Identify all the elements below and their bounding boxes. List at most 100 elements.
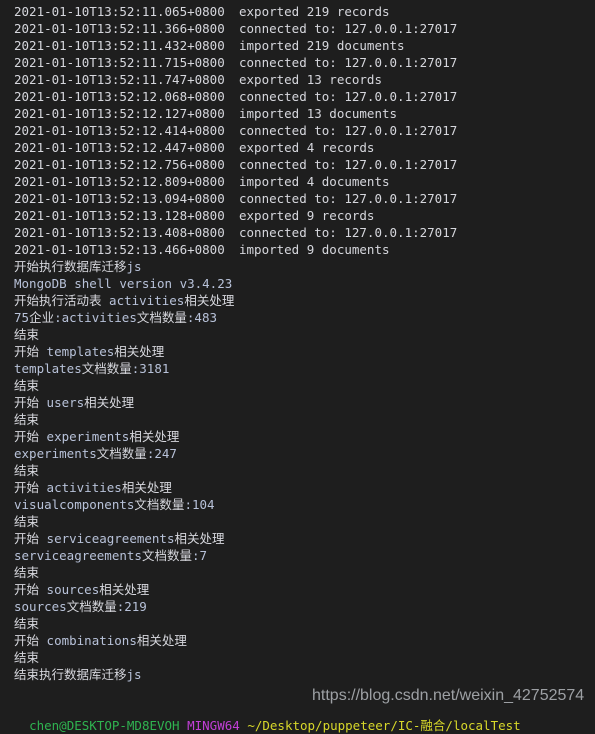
output-text-cjk: 相关处理 (114, 344, 165, 359)
log-timestamp: 2021-01-10T13:52:12.447+0800 (14, 140, 225, 155)
output-text-ascii: activities (101, 293, 185, 308)
output-text-ascii: :219 (116, 599, 147, 614)
output-text-ascii: experiments (39, 429, 130, 444)
output-text-ascii: visualcomponents (14, 497, 135, 512)
output-line: 开始 users相关处理 (0, 394, 595, 411)
output-text-ascii: activities (39, 480, 122, 495)
output-line: serviceagreements文档数量:7 (0, 547, 595, 564)
log-message: connected to: 127.0.0.1:27017 (239, 191, 458, 206)
log-timestamp: 2021-01-10T13:52:11.715+0800 (14, 55, 225, 70)
log-message: imported 4 documents (239, 174, 390, 189)
log-line: 2021-01-10T13:52:11.432+0800 imported 219… (0, 37, 595, 54)
output-text-cjk: 结束 (14, 514, 40, 529)
output-line: 75企业:activities文档数量:483 (0, 309, 595, 326)
log-line: 2021-01-10T13:52:12.127+0800 imported 13 … (0, 105, 595, 122)
output-text-cjk: 相关处理 (174, 531, 225, 546)
log-line: 2021-01-10T13:52:12.414+0800 connected to… (0, 122, 595, 139)
output-line: 开始 activities相关处理 (0, 479, 595, 496)
output-text-cjk: 开始 (14, 480, 40, 495)
log-timestamp: 2021-01-10T13:52:13.466+0800 (14, 242, 225, 257)
log-message: imported 13 documents (239, 106, 398, 121)
output-text-cjk: 结束 (14, 463, 40, 478)
log-timestamp: 2021-01-10T13:52:11.065+0800 (14, 4, 225, 19)
log-timestamp: 2021-01-10T13:52:12.068+0800 (14, 89, 225, 104)
output-line: 开始 serviceagreements相关处理 (0, 530, 595, 547)
output-text-cjk: 开始 (14, 344, 40, 359)
log-timestamp: 2021-01-10T13:52:13.094+0800 (14, 191, 225, 206)
output-line: 结束 (0, 649, 595, 666)
log-line: 2021-01-10T13:52:11.715+0800 connected to… (0, 54, 595, 71)
log-timestamp: 2021-01-10T13:52:12.809+0800 (14, 174, 225, 189)
log-line: 2021-01-10T13:52:13.408+0800 connected to… (0, 224, 595, 241)
output-line: 开始执行数据库迁移js (0, 258, 595, 275)
mongo-log-output: 2021-01-10T13:52:11.065+0800 exported 219… (0, 3, 595, 258)
output-line: 开始 templates相关处理 (0, 343, 595, 360)
log-line: 2021-01-10T13:52:11.747+0800 exported 13 … (0, 71, 595, 88)
output-text-cjk: 文档数量 (66, 599, 117, 614)
output-line: experiments文档数量:247 (0, 445, 595, 462)
output-line: sources文档数量:219 (0, 598, 595, 615)
output-text-cjk: 开始执行数据库迁移 (14, 259, 127, 274)
log-line: 2021-01-10T13:52:13.094+0800 connected to… (0, 190, 595, 207)
output-text-ascii: :activities (54, 310, 137, 325)
log-message: connected to: 127.0.0.1:27017 (239, 21, 458, 36)
log-line: 2021-01-10T13:52:11.065+0800 exported 219… (0, 3, 595, 20)
log-line: 2021-01-10T13:52:13.466+0800 imported 9 d… (0, 241, 595, 258)
output-text-ascii: :247 (146, 446, 177, 461)
output-text-cjk: 结束 (14, 616, 40, 631)
output-text-ascii: serviceagreements (39, 531, 175, 546)
output-text-ascii: templates (14, 361, 82, 376)
log-timestamp: 2021-01-10T13:52:12.756+0800 (14, 157, 225, 172)
output-text-cjk: 企业 (29, 310, 55, 325)
output-text-cjk: 文档数量 (141, 548, 192, 563)
output-text-ascii: :3181 (131, 361, 170, 376)
output-text-ascii: :7 (191, 548, 208, 563)
output-line: 结束 (0, 411, 595, 428)
output-text-cjk: 文档数量 (136, 310, 187, 325)
output-text-cjk: 结束 (14, 327, 40, 342)
log-line: 2021-01-10T13:52:12.756+0800 connected to… (0, 156, 595, 173)
output-line: 结束 (0, 513, 595, 530)
log-timestamp: 2021-01-10T13:52:11.432+0800 (14, 38, 225, 53)
output-text-ascii: users (39, 395, 85, 410)
prompt-user-host: chen@DESKTOP-MD8EVOH (29, 718, 180, 733)
output-text-ascii: combinations (39, 633, 137, 648)
output-text-cjk: 结束 (14, 412, 40, 427)
migration-script-output: 开始执行数据库迁移js MongoDB shell version v3.4.23… (0, 258, 595, 683)
output-text-cjk: 结束执行数据库迁移 (14, 667, 127, 682)
output-text-cjk: 开始 (14, 429, 40, 444)
output-text-cjk: 相关处理 (184, 293, 235, 308)
output-line: 结束 (0, 615, 595, 632)
output-text-cjk: 结束 (14, 378, 40, 393)
output-text-cjk: 开始 (14, 633, 40, 648)
output-text-cjk: 开始 (14, 582, 40, 597)
output-text-cjk: 文档数量 (96, 446, 147, 461)
output-line: MongoDB shell version v3.4.23 (0, 275, 595, 292)
output-text-cjk: 开始 (14, 531, 40, 546)
output-line: 结束 (0, 462, 595, 479)
log-message: exported 219 records (239, 4, 390, 19)
output-line: visualcomponents文档数量:104 (0, 496, 595, 513)
output-line: 结束执行数据库迁移js (0, 666, 595, 683)
prompt-shell-name: MINGW64 (187, 718, 240, 733)
output-text-cjk: 开始执行活动表 (14, 293, 102, 308)
output-line: 开始 combinations相关处理 (0, 632, 595, 649)
log-message: exported 9 records (239, 208, 375, 223)
log-message: connected to: 127.0.0.1:27017 (239, 55, 458, 70)
output-text-ascii: MongoDB shell version v3.4.23 (14, 276, 233, 291)
log-timestamp: 2021-01-10T13:52:12.127+0800 (14, 106, 225, 121)
csdn-watermark: https://blog.csdn.net/weixin_42752574 (312, 687, 585, 704)
log-line: 2021-01-10T13:52:13.128+0800 exported 9 r… (0, 207, 595, 224)
log-timestamp: 2021-01-10T13:52:13.128+0800 (14, 208, 225, 223)
output-text-ascii: sources (39, 582, 100, 597)
log-message: imported 219 documents (239, 38, 405, 53)
output-line: templates文档数量:3181 (0, 360, 595, 377)
log-timestamp: 2021-01-10T13:52:13.408+0800 (14, 225, 225, 240)
output-text-cjk: 相关处理 (99, 582, 150, 597)
output-text-cjk: 相关处理 (129, 429, 180, 444)
log-message: connected to: 127.0.0.1:27017 (239, 225, 458, 240)
output-line: 开始 experiments相关处理 (0, 428, 595, 445)
terminal-window[interactable]: 2021-01-10T13:52:11.065+0800 exported 219… (0, 0, 595, 720)
output-text-ascii: sources (14, 599, 67, 614)
output-text-ascii: serviceagreements (14, 548, 142, 563)
